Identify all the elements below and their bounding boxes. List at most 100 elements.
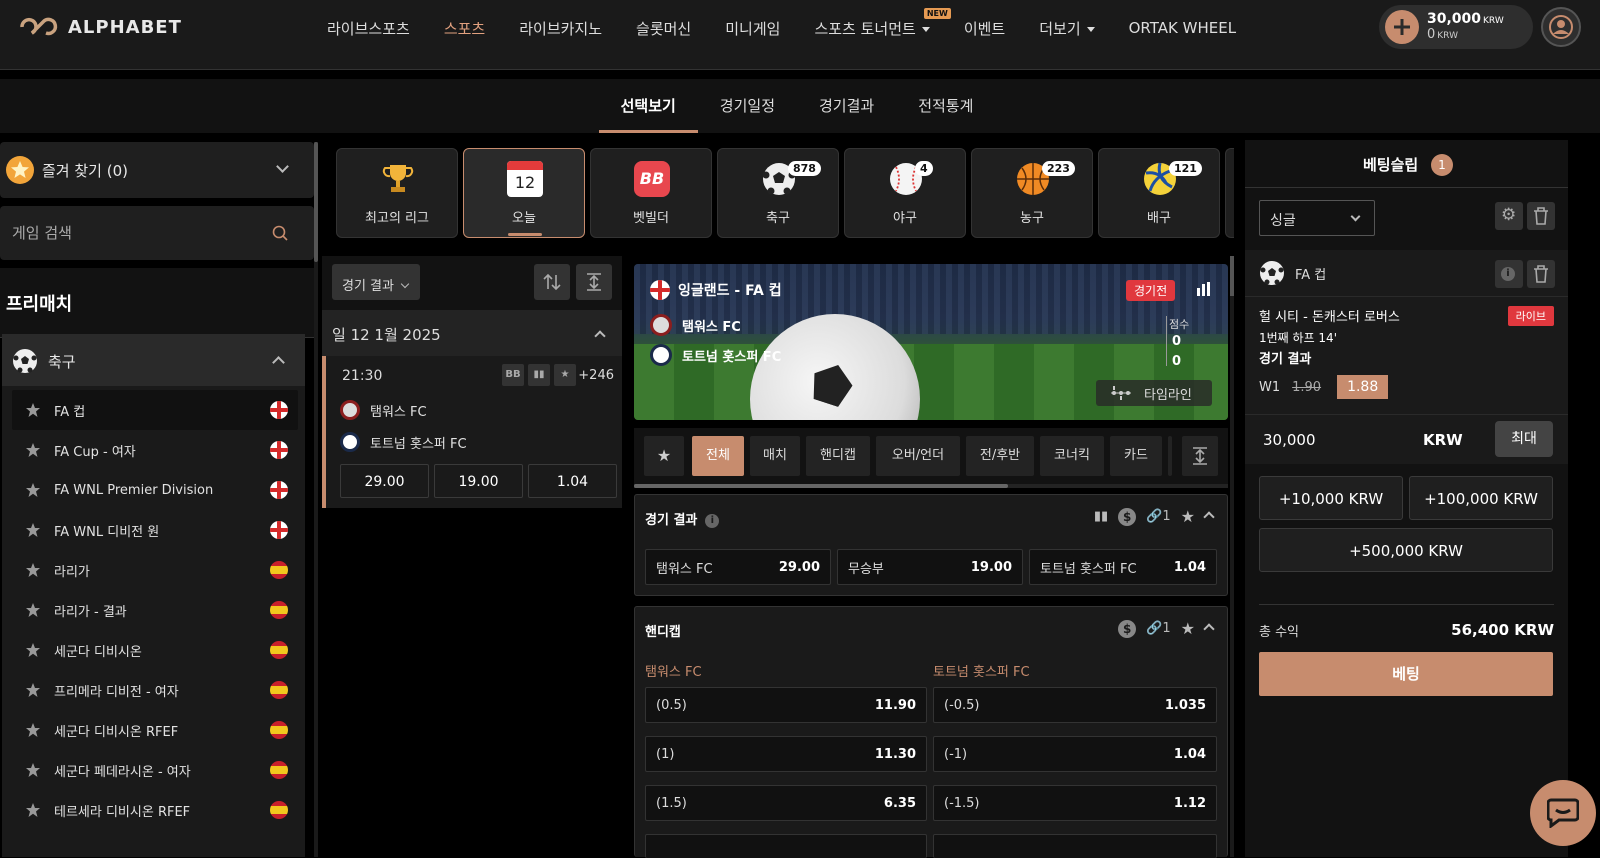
tile-betbuilder[interactable]: BB 벳빌더 — [590, 148, 712, 238]
tab-cards[interactable]: 카드 — [1110, 436, 1162, 476]
league-item[interactable]: 세군다 디비시온 RFEF — [12, 710, 298, 750]
odd-option[interactable]: (-1.5) 1.12 — [933, 785, 1217, 821]
tab-match[interactable]: 매치 — [750, 436, 800, 476]
settings-button[interactable]: ⚙ — [1495, 202, 1523, 230]
stats-icon[interactable]: ▮▮ — [528, 364, 550, 386]
stats-icon[interactable]: ▮▮ — [1094, 509, 1108, 524]
star-icon[interactable] — [25, 442, 41, 458]
tile-baseball[interactable]: 4 야구 — [844, 148, 966, 238]
league-item[interactable]: 세군다 페데라시온 - 여자 — [12, 750, 298, 790]
star-icon[interactable] — [25, 642, 41, 658]
odd-option[interactable]: (-0.5) 1.035 — [933, 687, 1217, 723]
max-stake-button[interactable]: 최대 — [1495, 421, 1553, 457]
tab-over-under[interactable]: 오버/언더 — [876, 436, 960, 476]
nav-mini-games[interactable]: 미니게임 — [708, 18, 797, 39]
clear-all-button[interactable] — [1527, 202, 1555, 230]
league-item[interactable]: FA WNL Premier Division — [12, 470, 298, 510]
nav-more[interactable]: 더보기 — [1022, 18, 1111, 39]
league-item[interactable]: 라리가 — [12, 550, 298, 590]
league-item[interactable]: FA WNL 디비전 원 — [12, 510, 298, 550]
info-button[interactable]: i — [1495, 260, 1523, 288]
star-icon[interactable] — [25, 722, 41, 738]
quick-stake-10000[interactable]: +10,000 KRW — [1259, 476, 1403, 520]
odd-option[interactable]: (-1) 1.04 — [933, 736, 1217, 772]
stats-icon[interactable] — [1196, 282, 1210, 296]
info-icon[interactable]: i — [705, 513, 720, 528]
remove-selection-button[interactable] — [1527, 260, 1555, 288]
tab-corners[interactable]: 코너킥 — [1040, 436, 1104, 476]
odd-away[interactable]: 1.04 — [528, 464, 617, 498]
league-item[interactable]: 테르세라 디비시온 RFEF — [12, 790, 298, 830]
wallet[interactable]: 30,000 KRW 0 KRW — [1379, 5, 1533, 49]
link-icon[interactable]: 🔗1 — [1146, 621, 1170, 636]
sport-header-soccer[interactable]: 축구 — [2, 334, 305, 386]
tile-soccer[interactable]: 878 축구 — [717, 148, 839, 238]
nav-live-sports[interactable]: 라이브스포츠 — [310, 18, 427, 39]
collapse-all-button[interactable] — [576, 264, 612, 300]
tab-schedule[interactable]: 경기일정 — [698, 79, 797, 133]
date-header[interactable]: 일 12 1월 2025 — [322, 310, 622, 356]
sort-button[interactable] — [534, 264, 570, 300]
tab-results[interactable]: 경기결과 — [797, 79, 896, 133]
odd-option[interactable]: (1.5) 6.35 — [645, 785, 927, 821]
favorites-toggle[interactable]: 즐겨 찾기 (0) — [0, 142, 314, 198]
chevron-up-icon[interactable] — [1203, 622, 1215, 635]
odd-option[interactable]: (0.5) 11.90 — [645, 687, 927, 723]
profile-avatar[interactable] — [1541, 7, 1581, 47]
odd-option[interactable]: (1) 11.30 — [645, 736, 927, 772]
search-icon[interactable] — [272, 225, 288, 241]
nav-slots[interactable]: 슬롯머신 — [619, 18, 708, 39]
tile-next-partial[interactable] — [1225, 148, 1234, 238]
tile-today[interactable]: 12 오늘 — [463, 148, 585, 238]
tab-handicap[interactable]: 핸디캡 — [806, 436, 870, 476]
sidebar-scrollbar[interactable] — [314, 142, 318, 857]
quick-stake-100000[interactable]: +100,000 KRW — [1409, 476, 1553, 520]
star-icon[interactable] — [25, 482, 41, 498]
tab-favorites[interactable]: ★ — [644, 436, 684, 476]
chevron-up-icon[interactable] — [272, 356, 285, 369]
star-icon[interactable] — [25, 602, 41, 618]
odd-home[interactable]: 29.00 — [340, 464, 429, 498]
match-card[interactable]: 21:30 BB ▮▮ ★ +246 탬워스 FC 토트넘 홋스퍼 FC 29.… — [322, 356, 622, 508]
favorite-star-icon[interactable]: ★ — [1181, 619, 1195, 638]
tab-statistics[interactable]: 전적통계 — [896, 79, 995, 133]
odd-draw[interactable]: 19.00 — [434, 464, 523, 498]
deposit-plus-icon[interactable] — [1385, 10, 1419, 44]
collapse-markets-button[interactable] — [1182, 436, 1218, 476]
star-icon[interactable] — [25, 562, 41, 578]
chevron-up-icon[interactable] — [1203, 510, 1215, 523]
timeline-button[interactable]: 타임라인 — [1096, 380, 1212, 406]
league-item[interactable]: 프리메라 디비전 - 여자 — [12, 670, 298, 710]
market-header[interactable]: 경기 결과 i ▮▮ $ 🔗1 ★ — [635, 495, 1227, 539]
nav-ortak-wheel[interactable]: ORTAK WHEEL — [1112, 19, 1253, 37]
quick-stake-500000[interactable]: +500,000 KRW — [1259, 528, 1553, 572]
league-item[interactable]: FA 컵 — [12, 390, 298, 430]
market-filter-select[interactable]: 경기 결과 — [332, 264, 420, 300]
star-icon[interactable] — [25, 522, 41, 538]
odd-option[interactable]: 탬워스 FC 29.00 — [645, 549, 831, 585]
place-bet-button[interactable]: 베팅 — [1259, 652, 1553, 696]
favorite-star-icon[interactable]: ★ — [1181, 507, 1195, 526]
brand-logo[interactable]: ALPHABET — [16, 14, 182, 40]
tile-volleyball[interactable]: 121 배구 — [1098, 148, 1220, 238]
nav-events[interactable]: 이벤트 — [947, 18, 1022, 39]
chat-button[interactable] — [1530, 780, 1596, 846]
star-icon[interactable] — [25, 762, 41, 778]
league-item[interactable]: FA Cup - 여자 — [12, 430, 298, 470]
more-markets-count[interactable]: +246 — [578, 368, 614, 383]
odd-option[interactable]: 토트넘 홋스퍼 FC 1.04 — [1029, 549, 1217, 585]
market-tabs-scrollbar[interactable] — [634, 484, 1228, 488]
search-input[interactable] — [0, 206, 270, 260]
star-icon[interactable] — [25, 682, 41, 698]
league-item[interactable]: 세군다 디비시온 — [12, 630, 298, 670]
star-icon[interactable] — [25, 802, 41, 818]
odd-option[interactable] — [645, 834, 927, 858]
tab-halves[interactable]: 전/후반 — [966, 436, 1034, 476]
nav-sports[interactable]: 스포츠 — [427, 18, 502, 39]
link-icon[interactable]: 🔗1 — [1146, 509, 1170, 524]
star-icon[interactable] — [25, 402, 41, 418]
odd-option[interactable] — [933, 834, 1217, 858]
stake-input[interactable]: 30,000 — [1263, 431, 1316, 449]
main-scrollbar[interactable] — [1230, 256, 1234, 857]
favorite-star-icon[interactable]: ★ — [554, 364, 576, 386]
